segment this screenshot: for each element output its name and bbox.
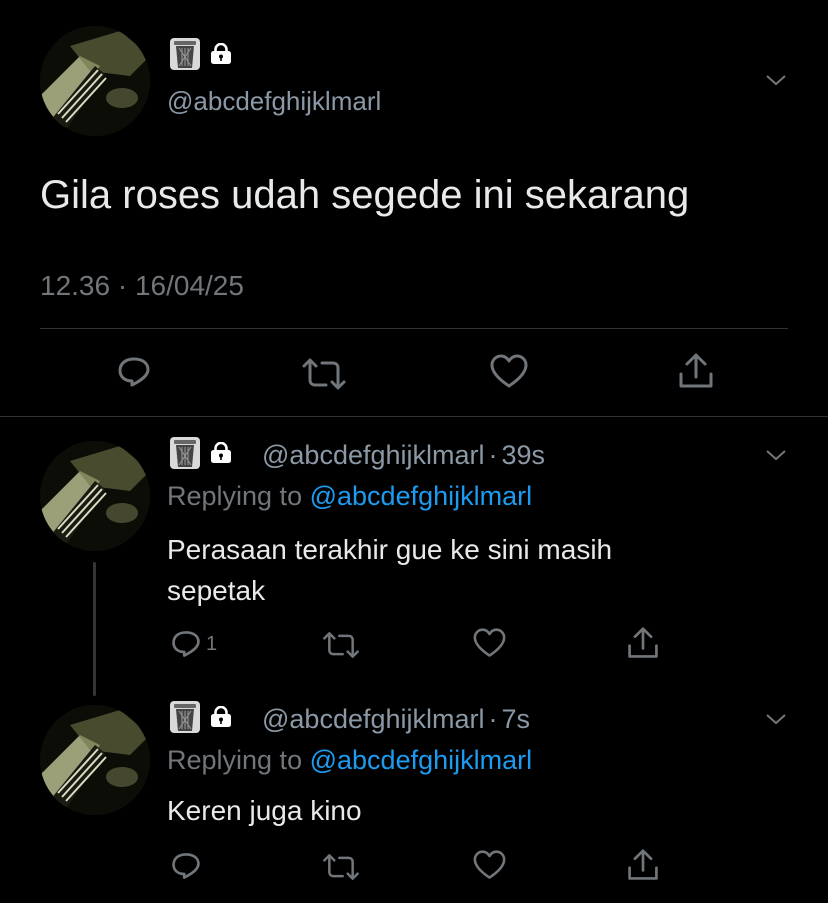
share-button[interactable]	[626, 626, 660, 660]
replying-to-prefix: Replying to	[167, 745, 303, 775]
reply-meta[interactable]: @abcdefghijklmarl · 39s	[262, 440, 545, 471]
trash-icon	[170, 38, 200, 70]
trash-icon	[170, 437, 200, 469]
name-icons	[170, 38, 232, 70]
reply-button[interactable]	[116, 354, 152, 390]
main-tweet-handle[interactable]: @abcdefghijklmarl	[167, 86, 381, 117]
retweet-button[interactable]	[302, 356, 346, 392]
reply-time[interactable]: 39s	[502, 440, 546, 470]
retweet-button[interactable]	[322, 852, 360, 882]
divider	[40, 328, 788, 329]
separator: ·	[488, 704, 498, 734]
main-tweet-timestamp[interactable]: 12.36 · 16/04/25	[40, 270, 244, 302]
reply-meta[interactable]: @abcdefghijklmarl · 7s	[262, 704, 530, 735]
replying-to-link[interactable]: @abcdefghijklmarl	[310, 481, 533, 511]
like-icon	[473, 628, 506, 659]
divider	[0, 416, 828, 417]
main-tweet-text: Gila roses udah segede ini sekarang	[40, 173, 690, 217]
thread-line	[93, 562, 96, 696]
share-icon	[626, 626, 660, 660]
share-button[interactable]	[677, 352, 715, 390]
chevron-down-icon[interactable]	[764, 443, 788, 467]
share-icon	[677, 352, 715, 390]
like-button[interactable]	[473, 850, 506, 881]
retweet-icon	[322, 630, 360, 660]
reply-time[interactable]: 7s	[502, 704, 531, 734]
separator: ·	[488, 440, 498, 470]
reply-icon	[170, 628, 202, 660]
replying-to-prefix: Replying to	[167, 481, 303, 511]
name-icons	[170, 701, 232, 733]
replying-to: Replying to @abcdefghijklmarl	[167, 745, 532, 776]
share-button[interactable]	[626, 848, 660, 882]
lock-icon	[210, 441, 232, 464]
reply-count: 1	[206, 632, 218, 655]
reply-handle[interactable]: @abcdefghijklmarl	[262, 440, 485, 470]
replying-to: Replying to @abcdefghijklmarl	[167, 481, 532, 512]
retweet-icon	[302, 356, 346, 392]
reply-icon	[170, 850, 202, 882]
avatar[interactable]	[40, 705, 150, 815]
retweet-button[interactable]	[322, 630, 360, 660]
lock-icon	[210, 705, 232, 728]
reply-handle[interactable]: @abcdefghijklmarl	[262, 704, 485, 734]
like-icon	[473, 850, 506, 881]
avatar[interactable]	[40, 441, 150, 551]
retweet-icon	[322, 852, 360, 882]
name-icons	[170, 437, 232, 469]
trash-icon	[170, 701, 200, 733]
like-button[interactable]	[490, 354, 528, 390]
chevron-down-icon[interactable]	[764, 707, 788, 731]
reply-icon	[116, 354, 152, 390]
lock-icon	[210, 42, 232, 65]
reply-button[interactable]	[170, 850, 206, 882]
reply-text-line-1: Perasaan terakhir gue ke sini masih	[167, 534, 613, 565]
share-icon	[626, 848, 660, 882]
like-icon	[490, 354, 528, 390]
reply-text-line-2: sepetak	[167, 575, 266, 606]
avatar[interactable]	[40, 26, 150, 136]
reply-button[interactable]: 1	[170, 628, 217, 660]
like-button[interactable]	[473, 628, 506, 659]
reply-text-line-1: Keren juga kino	[167, 795, 362, 826]
replying-to-link[interactable]: @abcdefghijklmarl	[310, 745, 533, 775]
chevron-down-icon[interactable]	[764, 68, 788, 92]
